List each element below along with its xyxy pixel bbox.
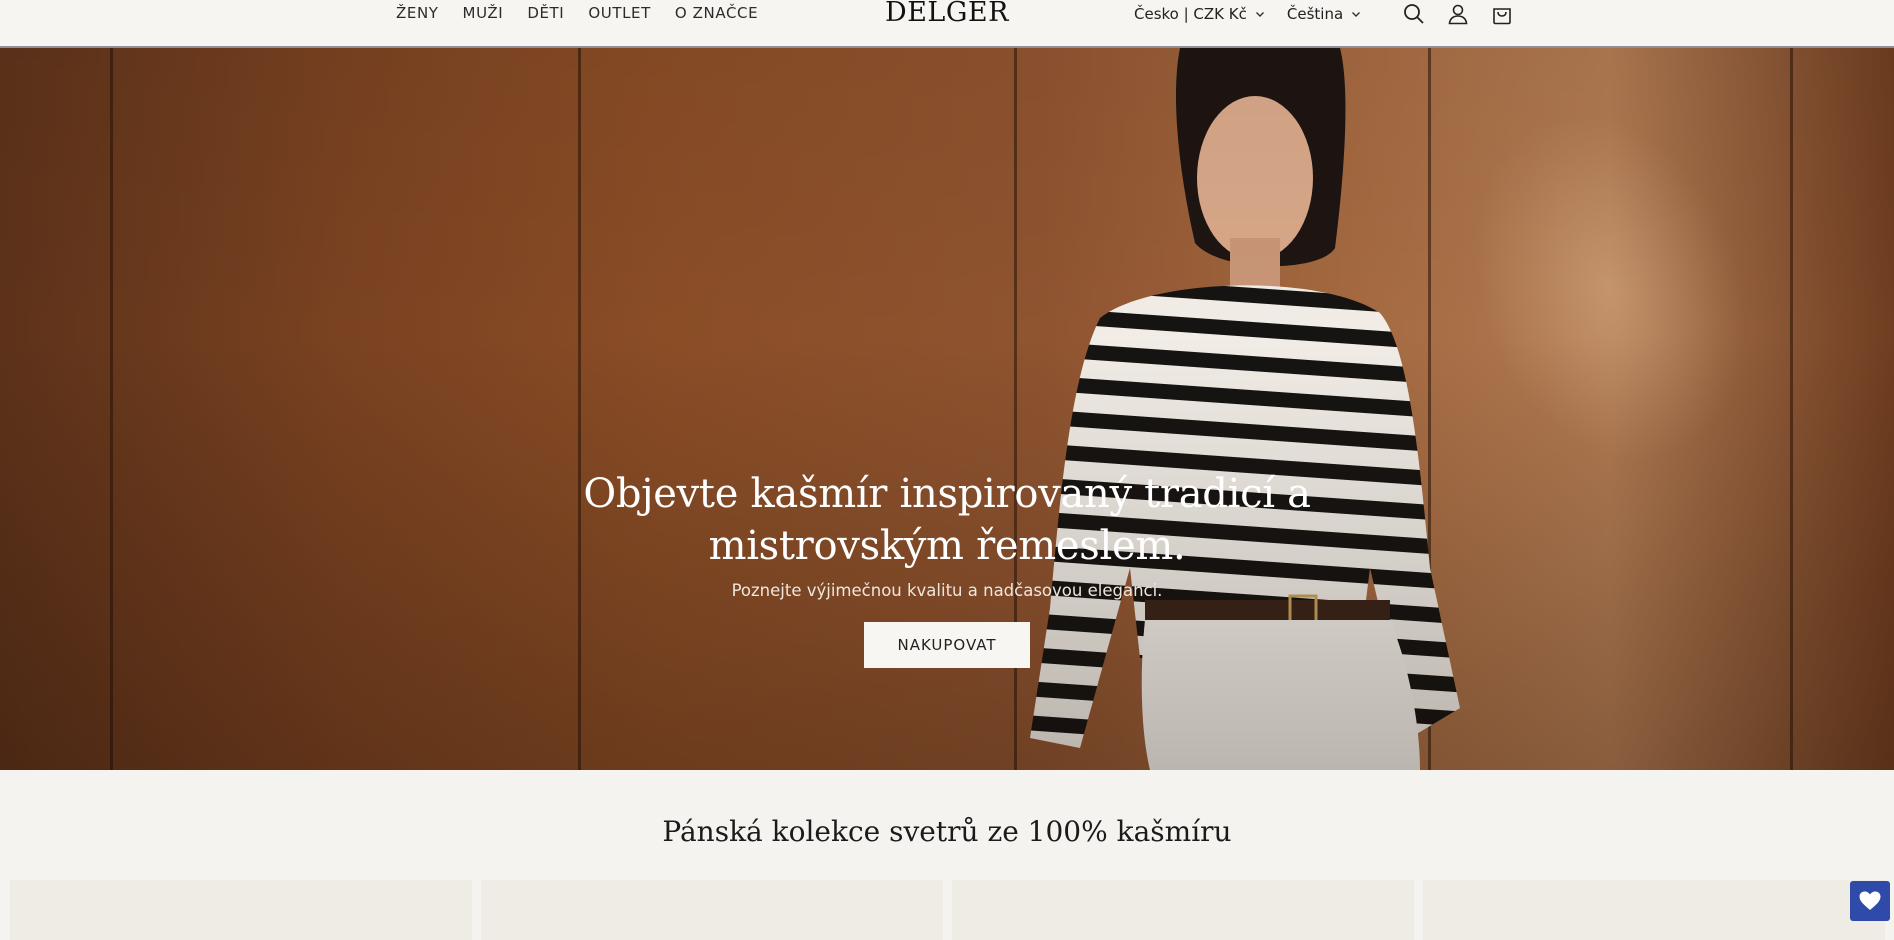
main-nav: ŽENY MUŽI DĚTI OUTLET O ZNAČCE	[396, 3, 782, 23]
nav-item-deti[interactable]: DĚTI	[527, 3, 564, 23]
heart-icon	[1859, 891, 1881, 910]
cart-icon	[1493, 8, 1511, 25]
cart-button[interactable]	[1489, 1, 1515, 27]
language-selector[interactable]: Čeština	[1287, 5, 1361, 23]
hero-title-line1: Objevte kašmír inspirovaný tradicí a	[583, 471, 1311, 517]
hero-title-line2: mistrovským řemeslem.	[708, 523, 1186, 569]
hero-banner: Objevte kašmír inspirovaný tradicí a mis…	[0, 48, 1894, 770]
nav-item-outlet[interactable]: OUTLET	[588, 3, 651, 23]
nav-item-muzi[interactable]: MUŽI	[463, 3, 504, 23]
country-selector[interactable]: Česko | CZK Kč	[1134, 5, 1265, 23]
header-actions: Česko | CZK Kč Čeština	[1134, 0, 1515, 28]
collection-title: Pánská kolekce svetrů ze 100% kašmíru	[662, 815, 1232, 848]
hero-title: Objevte kašmír inspirovaný tradicí a mis…	[567, 468, 1327, 572]
shop-now-button[interactable]: NAKUPOVAT	[864, 622, 1030, 668]
site-header: ŽENY MUŽI DĚTI OUTLET O ZNAČCE DELGER Če…	[0, 0, 1894, 48]
account-icon	[1448, 4, 1468, 25]
hero-content: Objevte kašmír inspirovaný tradicí a mis…	[0, 468, 1894, 668]
search-button[interactable]	[1401, 1, 1427, 27]
nav-item-zeny[interactable]: ŽENY	[396, 3, 439, 23]
hero-subtitle: Poznejte výjimečnou kvalitu a nadčasovou…	[731, 581, 1163, 600]
product-card[interactable]	[952, 880, 1414, 940]
account-button[interactable]	[1445, 1, 1471, 27]
chevron-down-icon	[1352, 12, 1361, 17]
language-selector-label: Čeština	[1286, 5, 1344, 23]
chevron-down-icon	[1255, 12, 1264, 17]
brand-logo[interactable]: DELGER	[885, 0, 1009, 28]
search-icon	[1404, 4, 1424, 24]
country-selector-label: Česko | CZK Kč	[1134, 5, 1247, 23]
product-card[interactable]	[10, 880, 472, 940]
nav-item-o-znacce[interactable]: O ZNAČCE	[675, 3, 758, 23]
product-grid	[10, 880, 1894, 940]
wishlist-button[interactable]	[1850, 881, 1890, 921]
logo-container: DELGER	[0, 0, 1894, 30]
product-card[interactable]	[481, 880, 943, 940]
product-card[interactable]	[1423, 880, 1885, 940]
